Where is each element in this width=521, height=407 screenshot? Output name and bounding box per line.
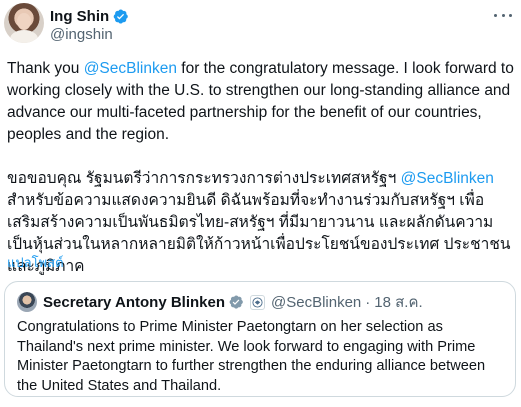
author-display-name[interactable]: Ing Shin [50, 8, 109, 25]
mention-link[interactable]: @SecBlinken [84, 60, 177, 77]
tweet-text-segment: สำหรับข้อความแสดงความยินดี ดิฉันพร้อมที่… [7, 192, 511, 275]
more-dot [494, 13, 497, 17]
more-options-icon[interactable] [492, 8, 514, 22]
author-avatar[interactable] [4, 3, 44, 43]
seal-glyph-icon [252, 296, 263, 308]
avatar-body [10, 30, 38, 43]
tweet-paragraph-thai: ขอขอบคุณ รัฐมนตรีว่าการกระทรวงการต่างประ… [7, 168, 515, 278]
more-dot [509, 13, 512, 17]
quote-separator: · [365, 293, 371, 311]
tweet-text-segment: ขอขอบคุณ รัฐมนตรีว่าการกระทรวงการต่างประ… [7, 170, 401, 187]
us-state-department-seal-icon [250, 294, 265, 310]
quote-author-avatar [17, 292, 37, 312]
more-dot [501, 13, 505, 17]
tweet-text-segment: Thank you [7, 60, 84, 77]
translate-post-link[interactable]: แปลโพสต์ [7, 252, 64, 273]
verified-badge-icon [229, 295, 243, 309]
avatar-face [17, 13, 31, 30]
quote-text: Congratulations to Prime Minister Paeton… [17, 319, 486, 394]
quoted-tweet-card[interactable]: Secretary Antony Blinken @SecBlinken · 1… [4, 281, 516, 397]
mention-link[interactable]: @SecBlinken [401, 170, 494, 187]
quote-timestamp[interactable]: 18 ส.ค. [374, 290, 422, 314]
verified-badge-icon [113, 9, 128, 24]
tweet-header: Ing Shin @ingshin [0, 0, 521, 48]
tweet-paragraph-english: Thank you @SecBlinken for the congratula… [7, 58, 515, 146]
quote-author-handle: @SecBlinken [271, 293, 362, 311]
tweet-body: Thank you @SecBlinken for the congratula… [7, 58, 515, 300]
author-name-row: Ing Shin [50, 6, 129, 26]
quote-author-name: Secretary Antony Blinken [43, 293, 225, 311]
author-handle[interactable]: @ingshin [50, 26, 113, 43]
quote-header: Secretary Antony Blinken @SecBlinken · 1… [17, 292, 423, 312]
